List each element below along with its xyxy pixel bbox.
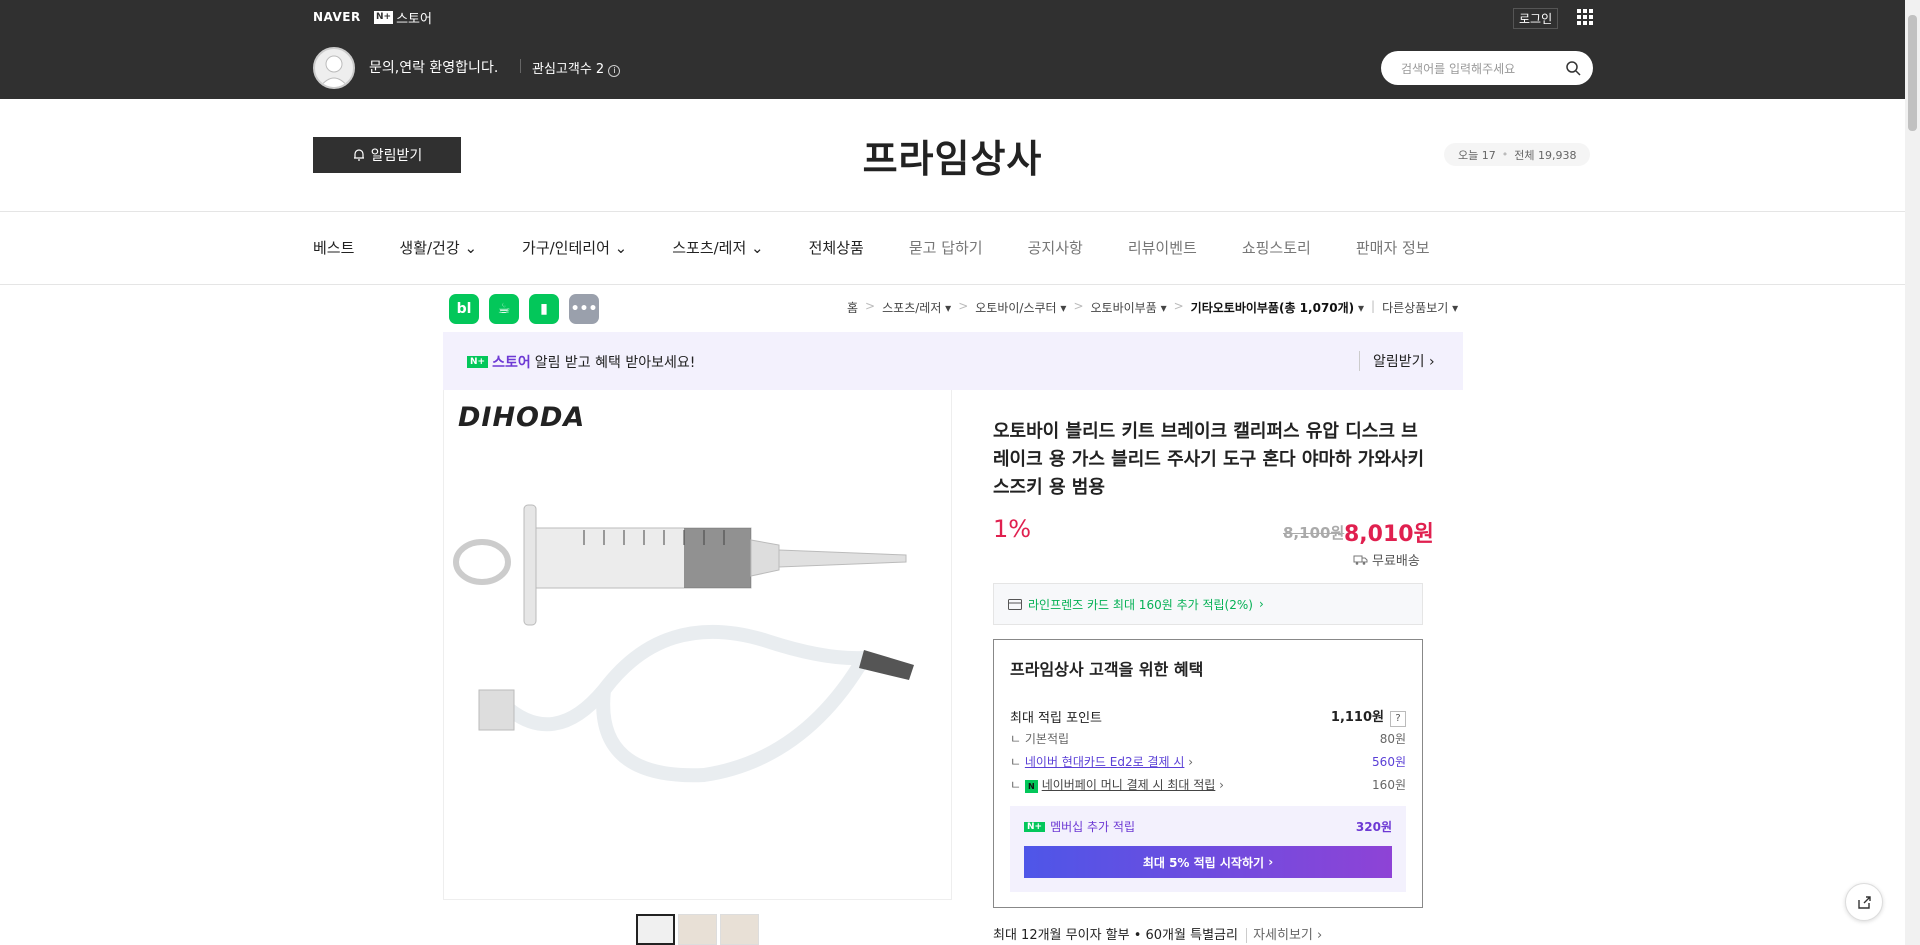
sale-price: 8,010원 <box>1344 522 1434 547</box>
banner-alarm-button[interactable]: 알림받기 › <box>1359 351 1435 371</box>
info-icon[interactable]: i <box>608 65 621 77</box>
search-placeholder: 검색어를 입력해주세요 <box>1401 62 1516 76</box>
product-image-area: DIHODA <box>443 390 952 900</box>
store-welcome-text: 문의,연락 환영합니다. <box>369 60 499 76</box>
original-price: 8,100원 <box>1283 524 1345 542</box>
card-icon <box>1008 598 1022 610</box>
nplus-logo-icon: N+ <box>467 356 489 368</box>
thumbnail[interactable] <box>678 914 717 945</box>
naver-logo[interactable]: NAVER <box>313 10 361 24</box>
thumbnail-strip <box>636 914 759 945</box>
max-point-row: 최대 적립 포인트 1,110원? <box>1010 706 1406 727</box>
crumb-parts[interactable]: 오토바이부품 ▾ <box>1091 299 1167 316</box>
other-products-link[interactable]: 다른상품보기 ▾ <box>1382 299 1458 316</box>
blog-share-icon[interactable]: bl <box>449 294 479 324</box>
store-avatar <box>313 47 355 89</box>
help-icon[interactable]: ? <box>1390 711 1406 727</box>
scrollbar-thumb[interactable] <box>1908 15 1917 131</box>
nav-qna[interactable]: 묻고 답하기 <box>909 237 983 258</box>
share-icon <box>1858 896 1871 909</box>
share-button[interactable] <box>1845 883 1883 921</box>
truck-icon <box>1353 555 1368 565</box>
nplus-badge: N+ <box>374 11 394 24</box>
login-button[interactable]: 로그인 <box>1513 8 1559 29</box>
scrollbar[interactable] <box>1905 0 1920 945</box>
visitor-count: 오늘 17 • 전체 19,938 <box>1444 143 1591 166</box>
membership-start-button[interactable]: 최대 5% 적립 시작하기 › <box>1024 846 1392 878</box>
installment-more-link[interactable]: 자세히보기 › <box>1246 928 1323 943</box>
product-image[interactable] <box>444 490 953 890</box>
crumb-sports[interactable]: 스포츠/레저 ▾ <box>882 299 951 316</box>
divider <box>0 211 1905 212</box>
nav-best[interactable]: 베스트 <box>313 237 354 258</box>
shop-title[interactable]: 프라임상사 <box>0 128 1905 183</box>
nav-seller-info[interactable]: 판매자 정보 <box>1356 237 1430 258</box>
interest-count[interactable]: 관심고객수 2 i <box>532 58 621 77</box>
nstore-label: 스토어 <box>396 12 432 27</box>
top-header: NAVER N+ 스토어 로그인 문의,연락 환영합니다. 관심고객수 2 i … <box>0 0 1905 99</box>
bookmark-share-icon[interactable]: ▮ <box>529 294 559 324</box>
membership-box: N+ 멤버십 추가 적립 320원 최대 5% 적립 시작하기 › <box>1010 806 1406 892</box>
crumb-home[interactable]: 홈 <box>847 299 858 316</box>
point-row[interactable]: ㄴ 네이버 현대카드 Ed2로 결제 시 › 560원 <box>1010 753 1406 770</box>
npay-icon: N <box>1024 780 1038 793</box>
installment-text: 최대 12개월 무이자 할부 • 60개월 특별금리 <box>993 928 1238 943</box>
crumb-current[interactable]: 기타오토바이부품(총 1,070개) ▾ <box>1191 299 1364 316</box>
benefit-box: 프라임상사 고객을 위한 혜택 최대 적립 포인트 1,110원? ㄴ 기본적립… <box>993 639 1423 908</box>
divider <box>0 284 1905 285</box>
membership-label: 멤버십 추가 적립 <box>1050 820 1135 834</box>
alarm-banner: N+ 스토어 알림 받고 혜택 받아보세요! 알림받기 › <box>443 332 1463 390</box>
svg-text:DIHODA: DIHODA <box>458 402 585 432</box>
search-icon[interactable] <box>1565 60 1581 76</box>
brand-logo: DIHODA <box>456 398 606 439</box>
point-row: ㄴ 기본적립 80원 <box>1010 732 1406 746</box>
visit-today: 오늘 17 <box>1458 148 1496 162</box>
nav-notice[interactable]: 공지사항 <box>1028 237 1083 258</box>
product-title: 오토바이 블리드 키트 브레이크 캘리퍼스 유압 디스크 브레이크 용 가스 블… <box>993 421 1425 498</box>
nav-living-health[interactable]: 생활/건강 ⌄ <box>399 237 477 258</box>
point-row[interactable]: ㄴ N 네이버페이 머니 결제 시 최대 적립 › 160원 <box>1010 776 1406 793</box>
banner-store-label: 스토어 <box>492 355 531 371</box>
membership-value: 320원 <box>1355 820 1392 834</box>
banner-text: 알림 받고 혜택 받아보세요! <box>534 355 696 371</box>
benefit-title: 프라임상사 고객을 위한 혜택 <box>1010 660 1204 679</box>
nplus-membership-icon: N+ <box>1024 821 1046 832</box>
divider <box>520 59 521 73</box>
main-nav: 베스트 생활/건강 ⌄ 가구/인테리어 ⌄ 스포츠/레저 ⌄ 전체상품 묻고 답… <box>313 237 1475 258</box>
shipping-text: 무료배송 <box>1372 554 1420 569</box>
nav-review-event[interactable]: 리뷰이벤트 <box>1128 237 1197 258</box>
breadcrumb: 홈 > 스포츠/레저 ▾ > 오토바이/스쿠터 ▾ > 오토바이부품 ▾ > 기타오토바… <box>847 299 1459 316</box>
max-point-label: 최대 적립 포인트 <box>1010 711 1102 726</box>
nav-all-products[interactable]: 전체상품 <box>809 237 864 258</box>
thumbnail[interactable] <box>720 914 759 945</box>
thumbnail[interactable] <box>636 914 675 945</box>
card-benefit-text: 라인프렌즈 카드 최대 160원 추가 적립(2%) <box>1028 597 1253 612</box>
nav-furniture[interactable]: 가구/인테리어 ⌄ <box>522 237 627 258</box>
visit-total: 전체 19,938 <box>1514 148 1577 162</box>
nstore-logo[interactable]: N+ 스토어 <box>374 8 432 27</box>
nav-shopping-story[interactable]: 쇼핑스토리 <box>1242 237 1311 258</box>
card-benefit-link[interactable]: 라인프렌즈 카드 최대 160원 추가 적립(2%) › <box>993 583 1423 625</box>
max-point-value: 1,110원 <box>1330 710 1384 725</box>
installment-info: 최대 12개월 무이자 할부 • 60개월 특별금리 자세히보기 › <box>993 924 1323 943</box>
more-share-icon[interactable]: ••• <box>569 294 599 324</box>
app-grid-icon[interactable] <box>1577 9 1593 25</box>
cafe-share-icon[interactable]: ☕ <box>489 294 519 324</box>
shipping-info: 무료배송 <box>1353 550 1420 569</box>
nav-sports[interactable]: 스포츠/레저 ⌄ <box>672 237 763 258</box>
search-input[interactable]: 검색어를 입력해주세요 <box>1381 51 1593 85</box>
crumb-motorcycle[interactable]: 오토바이/스쿠터 ▾ <box>975 299 1066 316</box>
discount-rate: 1% <box>993 515 1032 543</box>
